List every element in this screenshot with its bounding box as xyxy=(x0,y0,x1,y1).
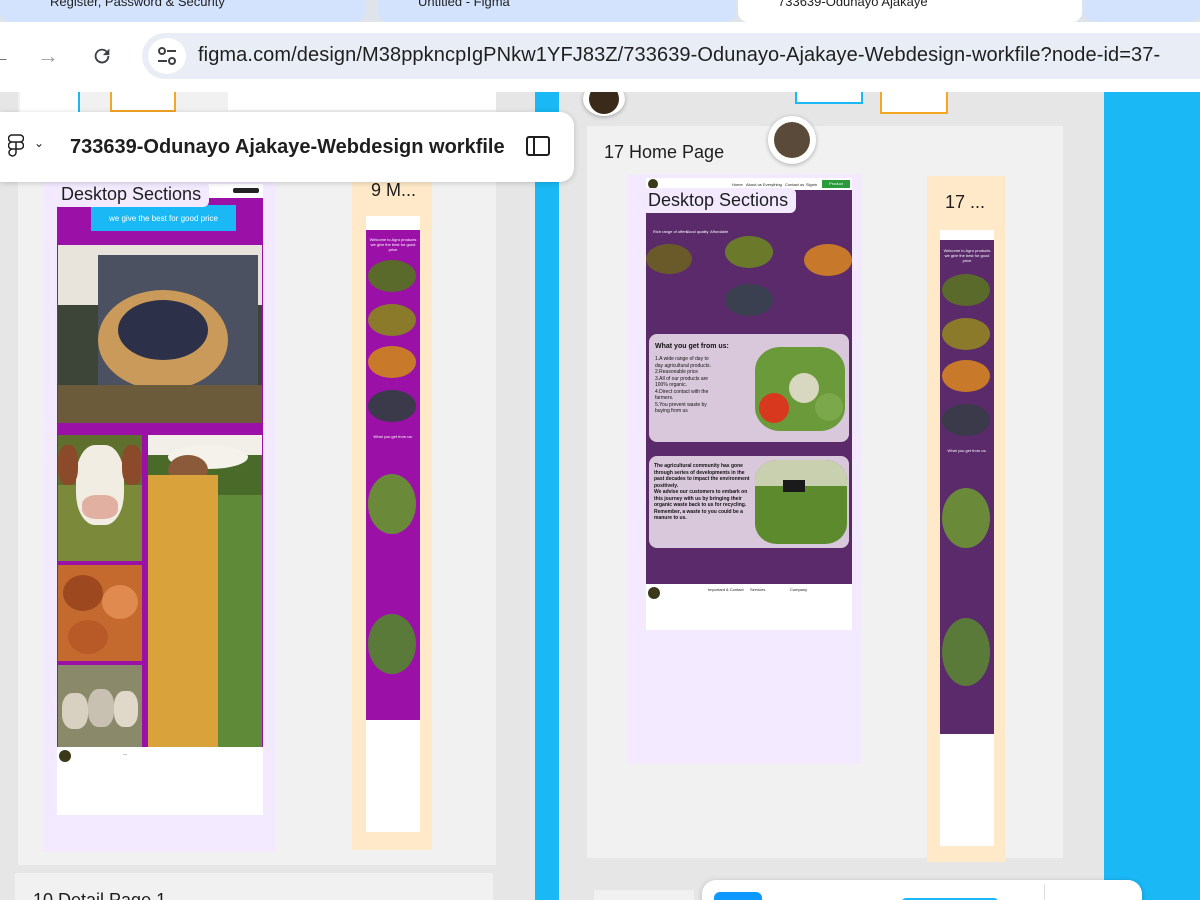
tab-strip: Register, Password & Security Untitled -… xyxy=(0,0,1200,22)
food-image xyxy=(368,346,416,378)
mobile-header xyxy=(366,216,420,230)
frame-label[interactable]: 17 ... xyxy=(945,192,985,213)
desktop-header-button xyxy=(233,188,259,193)
desktop-footer: — xyxy=(57,747,263,815)
footer-col-title: Company xyxy=(790,587,808,592)
mobile-welcome: Welcome to Agro products we give the bes… xyxy=(369,237,417,252)
nav-item: Signin xyxy=(806,182,818,187)
nav-item: Everything xyxy=(763,182,782,187)
section-label[interactable]: Desktop Sections xyxy=(640,188,797,213)
banner-text: we give the best for good price xyxy=(109,214,218,223)
section-border xyxy=(1104,92,1200,900)
mobile-benefits-title: What you get from us: xyxy=(947,448,987,453)
mobile-benefits-title: What you get from us: xyxy=(373,434,413,439)
basket-grapes-image xyxy=(58,245,262,423)
browser-tab[interactable]: Register, Password & Security xyxy=(0,0,365,22)
canvas-section[interactable] xyxy=(594,890,694,900)
toolbar-divider xyxy=(1044,884,1045,900)
food-image xyxy=(942,404,990,436)
banner: we give the best for good price xyxy=(91,205,236,231)
frame-thumbnail[interactable] xyxy=(20,92,80,112)
food-image xyxy=(942,274,990,306)
food-image xyxy=(804,244,852,276)
cow-image xyxy=(58,435,142,561)
reload-icon xyxy=(94,48,110,64)
arrow-right-icon: → xyxy=(37,43,59,68)
move-tool-button[interactable] xyxy=(714,892,762,900)
browser-tab-active[interactable]: 733639-Odunayo Ajakaye xyxy=(738,0,1082,22)
vegetables-image xyxy=(368,474,416,534)
footer-col-title: Services xyxy=(750,587,766,592)
nav-item: About us xyxy=(746,182,762,187)
figma-bottom-toolbar[interactable] xyxy=(702,880,1142,900)
nav-item: Contact us xyxy=(785,182,805,187)
food-image xyxy=(646,244,692,274)
vegetables-image xyxy=(942,488,990,548)
frame-thumbnail[interactable] xyxy=(795,92,863,104)
browser-tab[interactable] xyxy=(1084,0,1200,22)
mobile-header xyxy=(940,230,994,240)
url-text[interactable]: figma.com/design/M38ppkncpIgPNkw1YFJ83Z/… xyxy=(198,44,1160,67)
section-label[interactable]: Desktop Sections xyxy=(53,182,210,207)
food-image xyxy=(368,304,416,336)
frame-label[interactable]: 10 Detail Page 1 xyxy=(33,890,166,900)
figma-logo-icon xyxy=(7,134,25,157)
benefits-title: What you get from us: xyxy=(655,343,729,350)
mobile-footer xyxy=(366,720,420,832)
benefits-text: 1.A wide range of day to day agricultura… xyxy=(655,356,711,414)
tab-label: Register, Password & Security xyxy=(50,0,225,9)
food-image xyxy=(368,260,416,292)
vegetables-image xyxy=(755,347,845,431)
site-info-button[interactable] xyxy=(148,38,186,74)
food-caption: Good quality xyxy=(686,229,709,234)
chevron-down-icon: ⌄ xyxy=(34,136,45,150)
home-footer: Important & Contact Services Company xyxy=(646,584,852,630)
section-border xyxy=(535,92,559,900)
mobile-footer xyxy=(940,734,994,846)
frame-label[interactable]: 17 Home Page xyxy=(604,142,724,163)
logo xyxy=(648,587,660,599)
food-image xyxy=(368,390,416,422)
benefits-card: What you get from us: 1.A wide range of … xyxy=(649,334,849,442)
community-text: The agricultural community has gone thro… xyxy=(654,463,750,521)
mobile-welcome: Welcome to Agro products we give the bes… xyxy=(943,248,991,263)
food-caption: Rich range of offers xyxy=(653,229,688,234)
frame-thumbnail[interactable] xyxy=(880,92,948,114)
frame-thumbnail[interactable] xyxy=(228,92,496,110)
back-button[interactable]: ← xyxy=(0,38,18,74)
food-image xyxy=(942,318,990,350)
frame-thumbnail[interactable] xyxy=(110,92,176,112)
food-caption: Affordable xyxy=(710,229,729,234)
community-card: The agricultural community has gone thro… xyxy=(649,456,849,548)
tractor-field-image xyxy=(942,618,990,686)
tractor-field-image xyxy=(368,614,416,674)
tune-icon xyxy=(158,47,176,65)
file-name[interactable]: 733639-Odunayo Ajakaye-Webdesign workfil… xyxy=(70,136,505,159)
sidebar-toggle-button[interactable] xyxy=(526,136,550,156)
farmer-woman-image xyxy=(148,435,262,747)
footer-text: — xyxy=(123,751,127,756)
frame-label[interactable]: 9 M... xyxy=(371,180,416,201)
sidebar-icon xyxy=(533,138,535,154)
tractor-field-image xyxy=(755,460,847,544)
arrow-left-icon: ← xyxy=(0,43,11,68)
product-button: Product xyxy=(822,180,850,188)
tab-label: Untitled - Figma xyxy=(418,0,510,9)
figma-menu-button[interactable]: ⌄ xyxy=(7,134,44,163)
footer-col-title: Important & Contact xyxy=(708,587,744,592)
sheep-image xyxy=(58,665,142,747)
forward-button[interactable]: → xyxy=(30,38,66,74)
nav-item: Home xyxy=(732,182,743,187)
reload-button[interactable] xyxy=(84,38,120,74)
collaborator-avatar[interactable] xyxy=(768,116,816,164)
food-image xyxy=(725,284,773,316)
browser-tab[interactable]: Untitled - Figma xyxy=(378,0,736,22)
tab-label: 733639-Odunayo Ajakaye xyxy=(778,0,928,9)
food-image xyxy=(725,236,773,268)
collaborator-avatar[interactable] xyxy=(583,92,625,116)
food-image xyxy=(942,360,990,392)
chickens-image xyxy=(58,565,142,661)
figma-canvas[interactable]: 10 Detail Page 1 we give the best for go… xyxy=(0,92,1200,900)
